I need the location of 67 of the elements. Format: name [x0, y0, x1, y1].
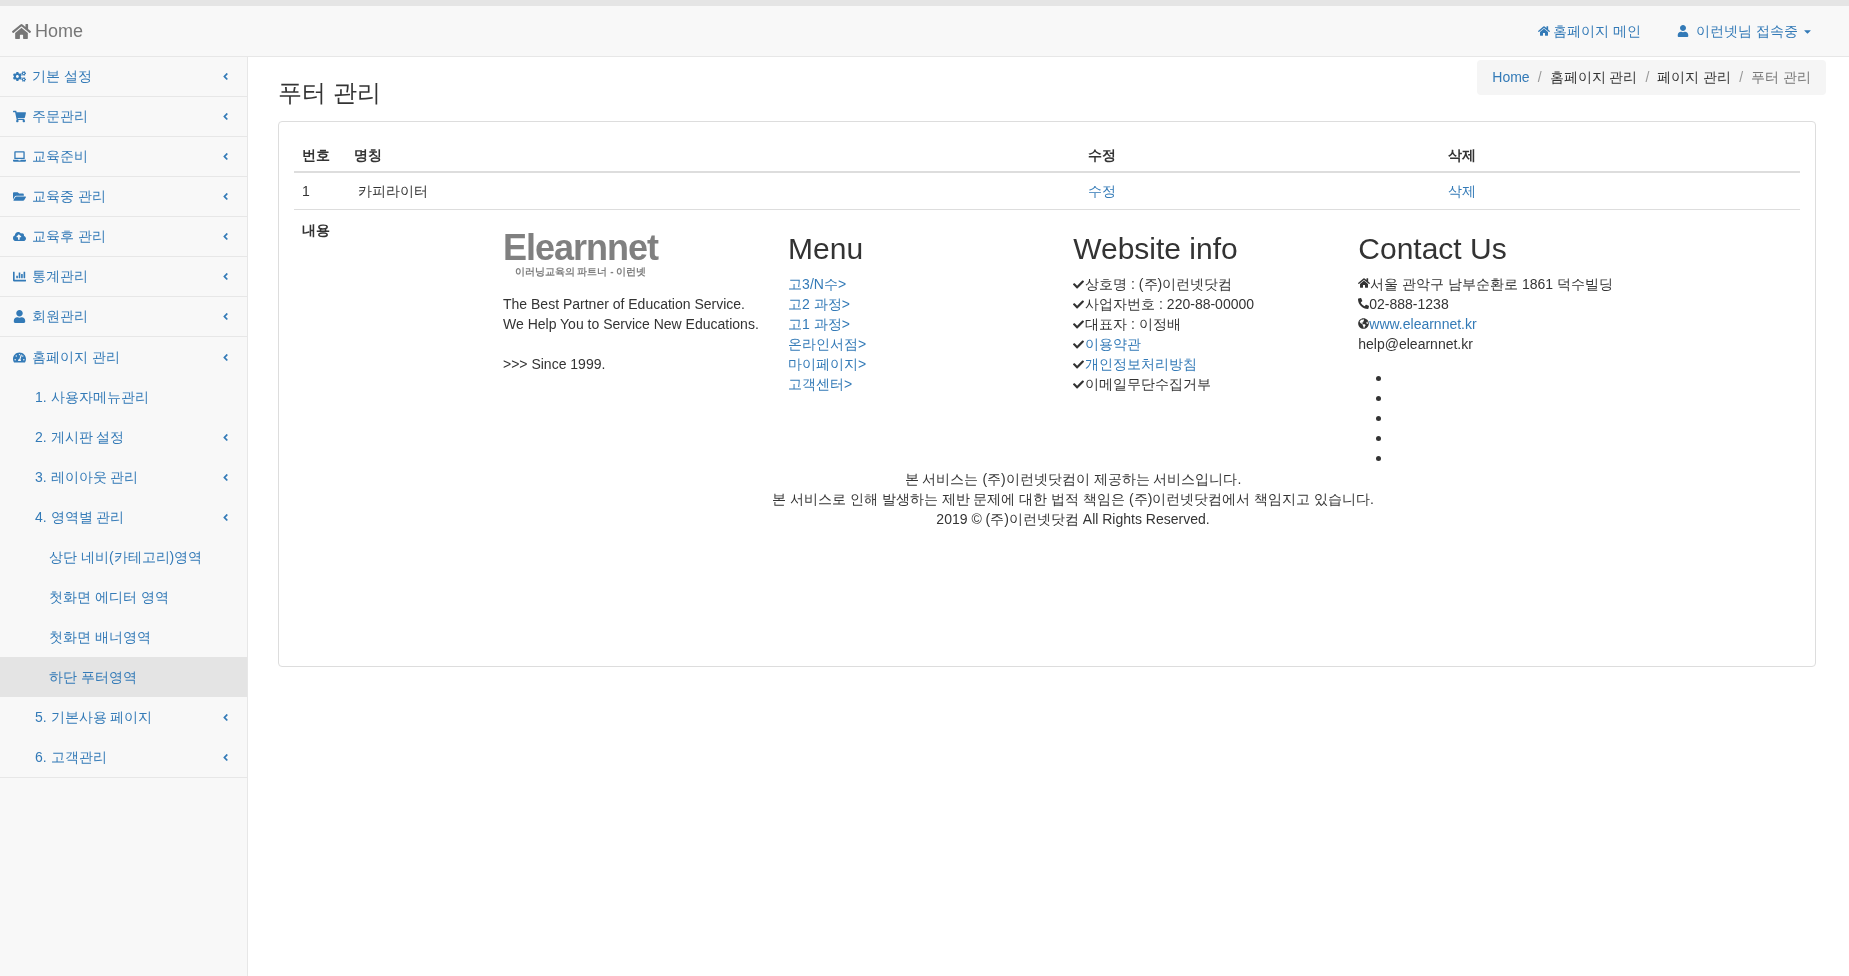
- since-text: >>> Since 1999.: [503, 356, 606, 372]
- column-header: 명칭: [353, 145, 383, 165]
- cloud-upload-icon: [13, 230, 26, 243]
- column-header: 수정: [1087, 145, 1117, 165]
- home-brand-link[interactable]: Home: [12, 17, 83, 45]
- breadcrumb-item[interactable]: 페이지 관리: [1657, 67, 1732, 88]
- breadcrumb-item[interactable]: 홈페이지 관리: [1549, 67, 1638, 88]
- menu-link[interactable]: 고1 과정>: [788, 316, 850, 332]
- menu-link[interactable]: 고3/N수>: [788, 276, 847, 292]
- breadcrumb-separator: /: [1537, 68, 1542, 87]
- menu-link[interactable]: 고2 과정>: [788, 296, 850, 312]
- website-link[interactable]: www.elearnnet.kr: [1369, 314, 1477, 334]
- homepage-main-link[interactable]: 홈페이지 메인: [1538, 20, 1642, 42]
- home-icon: [12, 21, 31, 41]
- about-text: The Best Partner of Education Service.: [503, 296, 745, 312]
- home-icon: [1538, 25, 1551, 37]
- copyright-text: 본 서비스로 인해 발생하는 제반 문제에 대한 법적 책임은 (주)이런넷닷컴에서 책임지고 있습니다.: [772, 491, 1374, 507]
- column-header: 번호: [301, 145, 331, 165]
- contact-text: help@elearnnet.kr: [1358, 335, 1473, 354]
- copyright-text: 2019 © (주)이런넷닷컴 All Rights Reserved.: [936, 511, 1210, 527]
- menu-heading: Menu: [788, 231, 865, 267]
- user-menu-dropdown[interactable]: 이런넷님 접속중: [1677, 20, 1813, 42]
- globe-icon: [1358, 317, 1370, 329]
- column-header: 삭제: [1447, 145, 1477, 165]
- breadcrumb-item[interactable]: Home: [1492, 67, 1530, 88]
- menu-link[interactable]: 고객센터>: [788, 376, 853, 392]
- gears-icon: [13, 70, 26, 83]
- check-icon: [1073, 358, 1085, 370]
- row-name: 카피라이터: [358, 182, 428, 199]
- cart-icon: [13, 110, 26, 123]
- edit-link[interactable]: 수정: [1088, 182, 1116, 199]
- info-text: 대표자 : 이정배: [1085, 315, 1181, 334]
- content-label: 내용: [302, 222, 330, 238]
- check-icon: [1073, 378, 1085, 390]
- info-link[interactable]: 개인정보처리방침: [1085, 354, 1198, 374]
- check-icon: [1073, 278, 1085, 290]
- contact-text: 02-888-1238: [1369, 295, 1449, 314]
- phone-icon: [1358, 297, 1370, 309]
- sidebar-item[interactable]: 하단 푸터영역: [0, 657, 247, 697]
- bar-chart-icon: [13, 270, 26, 283]
- user-icon: [13, 310, 26, 323]
- about-text: We Help You to Service New Educations.: [503, 316, 759, 332]
- contact-text: 서울 관악구 남부순환로 1861 덕수빌딩: [1370, 275, 1613, 294]
- check-icon: [1073, 338, 1085, 350]
- info-text: 상호명 : (주)이런넷닷컴: [1085, 275, 1233, 294]
- breadcrumb-separator: /: [1739, 68, 1744, 87]
- user-icon: [1677, 25, 1690, 37]
- breadcrumb-separator: /: [1645, 68, 1650, 87]
- contact-heading: Contact Us: [1358, 231, 1508, 267]
- breadcrumb-item: 푸터 관리: [1751, 68, 1811, 87]
- logo: Elearnnet 이러닝교육의 파트너 - 이런넷: [503, 230, 659, 278]
- menu-link[interactable]: 마이페이지>: [788, 356, 867, 372]
- info-text: 사업자번호 : 220-88-00000: [1085, 295, 1255, 314]
- home-icon: [1358, 277, 1371, 289]
- check-icon: [1073, 298, 1085, 310]
- page-title: 푸터 관리: [278, 78, 381, 108]
- info-text: 이메일무단수집거부: [1085, 375, 1212, 394]
- dashboard-icon: [13, 350, 26, 364]
- menu-link[interactable]: 온라인서점>: [788, 336, 867, 352]
- laptop-icon: [13, 150, 26, 163]
- copyright-text: 본 서비스는 (주)이런넷닷컴이 제공하는 서비스입니다.: [904, 471, 1242, 487]
- website-info-heading: Website info: [1073, 231, 1239, 267]
- check-icon: [1073, 318, 1085, 330]
- folder-icon: [13, 190, 26, 203]
- delete-link[interactable]: 삭제: [1448, 182, 1476, 199]
- row-number: 1: [302, 182, 310, 199]
- info-link[interactable]: 이용약관: [1085, 334, 1142, 354]
